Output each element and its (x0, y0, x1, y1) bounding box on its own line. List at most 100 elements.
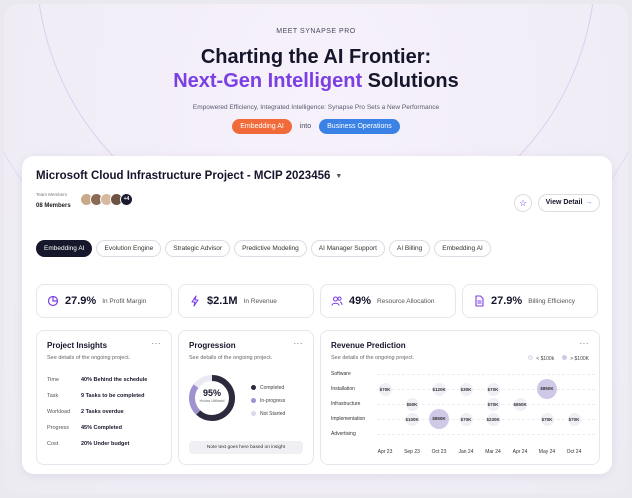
insight-key: Cost (47, 441, 59, 447)
insight-value: 2 Tasks overdue (81, 409, 124, 415)
progress-donut: 95% Hours Utilised (187, 373, 237, 423)
revenue-legend: < $100k > $100K (528, 355, 589, 362)
kpi-card-revenue: $2.1M In Revenue (178, 284, 314, 318)
tab-strategic-advisor[interactable]: Strategic Advisor (165, 240, 231, 257)
panel-subtitle: See details of the ongoing project. (331, 355, 415, 361)
revenue-bubble[interactable]: $230K (486, 412, 500, 426)
column-label: Jan 24 (458, 449, 474, 455)
column-label: Apr 24 (512, 449, 528, 455)
users-icon (331, 296, 343, 306)
insight-key: Progress (47, 425, 70, 431)
embedding-ai-pill[interactable]: Embedding AI (232, 119, 292, 134)
insight-key: Time (47, 377, 60, 383)
row-label: Software (331, 371, 351, 377)
legend-label: In-progress (260, 397, 286, 404)
progression-panel: Progression ··· See details of the ongoi… (178, 330, 314, 465)
insight-row: Time 40% Behind the schedule (47, 377, 147, 383)
panel-title: Revenue Prediction (331, 341, 406, 350)
legend-dot (562, 355, 568, 360)
panel-title: Progression (189, 341, 236, 350)
kpi-value: 49% (349, 295, 372, 307)
legend-label: > $100K (570, 356, 589, 362)
more-options-icon[interactable]: ··· (152, 339, 162, 348)
view-detail-button[interactable]: View Detail → (538, 194, 600, 212)
chevron-down-icon: ▼ (335, 172, 343, 180)
row-label: Advertising (331, 431, 356, 437)
project-card: Microsoft Cloud Infrastructure Project -… (22, 156, 612, 474)
grid-line (377, 434, 595, 435)
business-operations-pill[interactable]: Business Operations (319, 119, 400, 134)
pill-connector: into (299, 123, 312, 130)
legend-label: Completed (260, 384, 285, 391)
panel-subtitle: See details of the ongoing project. (47, 355, 131, 361)
project-title-dropdown[interactable]: Microsoft Cloud Infrastructure Project -… (36, 170, 342, 182)
legend-not-started: Not Started (251, 407, 285, 420)
members-count: 08 Members (36, 203, 71, 209)
tab-predictive-modeling[interactable]: Predictive Modeling (234, 240, 307, 257)
kpi-value: 27.9% (491, 295, 523, 307)
legend-large: > $100K (562, 355, 589, 362)
kpi-value: $2.1M (207, 295, 238, 307)
legend-in-progress: In-progress (251, 394, 285, 407)
tab-ai-billing[interactable]: AI Billing (388, 240, 431, 257)
tab-evolution-engine[interactable]: Evolution Engine (96, 240, 162, 257)
view-detail-label: View Detail (545, 199, 583, 206)
hero-subtitle: Empowered Efficiency, Integrated Intelli… (192, 104, 440, 111)
hero-title-line2: Next-Gen Intelligent Solutions (4, 70, 628, 93)
row-label: Infrastructure (331, 401, 361, 407)
hero-title-rest: Solutions (362, 70, 459, 92)
hero-title-accent: Next-Gen Intelligent (173, 70, 363, 92)
arrow-right-icon: → (585, 199, 593, 206)
revenue-bubble[interactable]: $850K (537, 379, 557, 399)
revenue-bubble[interactable]: $70K (486, 397, 500, 411)
revenue-prediction-panel: Revenue Prediction ··· See details of th… (320, 330, 600, 465)
revenue-bubble[interactable]: $70K (567, 412, 581, 426)
app-frame: MEET SYNAPSE PRO Charting the AI Frontie… (4, 4, 628, 494)
revenue-bubble[interactable]: $70K (378, 382, 392, 396)
column-label: May 24 (538, 449, 556, 455)
progress-legend: Completed In-progress Not Started (251, 381, 285, 420)
column-label: Sep 23 (404, 449, 420, 455)
insight-note-button[interactable]: Note text goes here based on insight (189, 441, 303, 454)
members-label: Team Members (36, 192, 68, 197)
column-label: Apr 23 (377, 449, 393, 455)
panel-title: Project Insights (47, 341, 108, 350)
revenue-bubble[interactable]: $70K (459, 412, 473, 426)
more-options-icon[interactable]: ··· (580, 339, 590, 348)
tab-ai-manager-support[interactable]: AI Manager Support (310, 240, 385, 257)
revenue-bubble[interactable]: $50K (405, 397, 419, 411)
legend-label: Not Started (260, 410, 286, 417)
kpi-card-profit-margin: 27.9% In Profit Margin (36, 284, 172, 318)
avatar-group[interactable]: +4 (80, 193, 133, 206)
document-icon (475, 295, 484, 307)
insight-value: 45% Completed (81, 425, 122, 431)
kpi-row: 27.9% In Profit Margin $2.1M In Revenue … (36, 284, 598, 318)
revenue-bubble[interactable]: $70K (540, 412, 554, 426)
lightning-icon (191, 295, 199, 307)
kpi-card-resource-allocation: 49% Resource Allocation (320, 284, 456, 318)
kpi-label: In Profit Margin (102, 297, 147, 305)
insight-value: 9 Tasks to be completed (81, 393, 145, 399)
column-label: Oct 23 (431, 449, 447, 455)
legend-label: < $100k (536, 356, 555, 362)
star-icon[interactable]: ☆ (514, 194, 532, 212)
row-label: Implementation (331, 416, 366, 422)
legend-small: < $100k (528, 355, 554, 362)
insight-value: 40% Behind the schedule (81, 377, 148, 383)
grid-line (377, 374, 595, 375)
revenue-bubble[interactable]: $850K (429, 409, 449, 429)
revenue-bubble[interactable]: $70K (486, 382, 500, 396)
tab-embedding-ai-2[interactable]: Embedding AI (434, 240, 491, 257)
insight-row: Task 9 Tasks to be completed (47, 393, 144, 399)
legend-dot (251, 385, 256, 390)
revenue-bubble[interactable]: $30K (459, 382, 473, 396)
donut-label: Hours Utilised (199, 398, 225, 403)
revenue-bubble[interactable]: $650K (513, 397, 527, 411)
kpi-value: 27.9% (65, 295, 97, 307)
tab-embedding-ai[interactable]: Embedding AI (36, 240, 93, 257)
kpi-label: Resource Allocation (377, 297, 435, 305)
more-options-icon[interactable]: ··· (294, 339, 304, 348)
revenue-bubble[interactable]: $100K (405, 412, 419, 426)
revenue-bubble[interactable]: $120K (432, 382, 446, 396)
hero-title: Charting the AI Frontier: (200, 46, 432, 68)
